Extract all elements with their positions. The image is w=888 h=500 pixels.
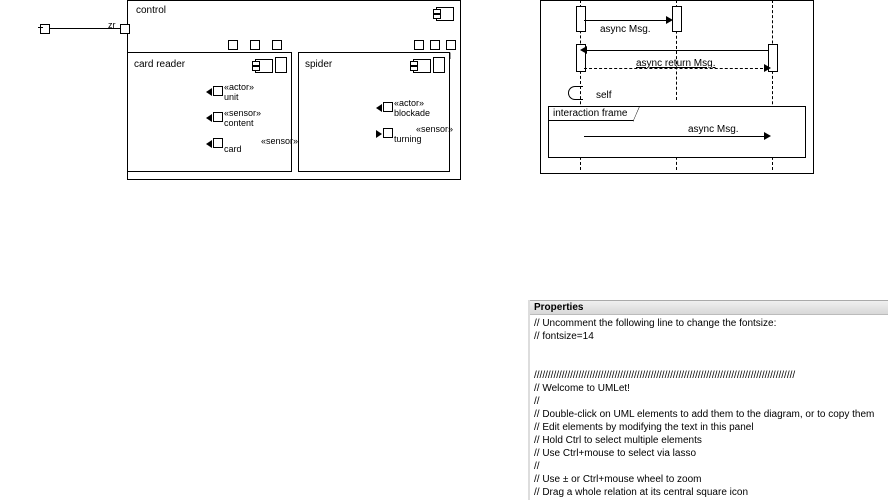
doc-icon xyxy=(433,57,445,73)
port-tri xyxy=(376,130,382,138)
component-card-reader[interactable]: card reader xyxy=(127,52,292,172)
port-zr-label: zr xyxy=(108,20,116,30)
cr-card-lbl: card xyxy=(224,144,242,154)
spider-label: spider xyxy=(305,59,332,70)
port-zr[interactable] xyxy=(120,24,130,34)
port-cr-unit[interactable] xyxy=(213,86,223,96)
port-cr-content[interactable] xyxy=(213,112,223,122)
component-icon xyxy=(255,59,273,73)
msg1-label: async Msg. xyxy=(600,24,651,35)
activation[interactable] xyxy=(576,6,586,32)
sp-actor: «actor» xyxy=(394,98,424,108)
port-sp-turning[interactable] xyxy=(383,128,393,138)
app-root: control zr unit content card o t l card … xyxy=(0,0,888,500)
cr-sensor1: «sensor» xyxy=(224,108,261,118)
card-reader-label: card reader xyxy=(134,59,185,70)
component-icon xyxy=(436,7,454,21)
properties-panel: Properties // Uncomment the following li… xyxy=(530,300,888,500)
properties-text[interactable]: // Uncomment the following line to chang… xyxy=(530,315,888,500)
port-card-top[interactable] xyxy=(272,40,282,50)
self-label: self xyxy=(596,90,612,101)
diagram-canvas[interactable]: control zr unit content card o t l card … xyxy=(0,0,888,300)
msg2-label: async return Msg. xyxy=(636,58,715,69)
port-tri xyxy=(206,114,212,122)
msg3-line[interactable] xyxy=(584,136,768,137)
cr-content-lbl: content xyxy=(224,118,254,128)
port-o[interactable] xyxy=(414,40,424,50)
msg1-line[interactable] xyxy=(584,20,670,21)
activation[interactable] xyxy=(672,6,682,32)
port-content-top[interactable] xyxy=(250,40,260,50)
interface-icon[interactable] xyxy=(40,24,50,34)
port-sp-blockade[interactable] xyxy=(383,102,393,112)
msg-back-line[interactable] xyxy=(584,50,768,51)
msg3-label: async Msg. xyxy=(688,124,739,135)
properties-header: Properties xyxy=(530,301,888,315)
self-msg[interactable] xyxy=(568,86,583,100)
interaction-frame-tag: interaction frame xyxy=(548,106,634,121)
arrow-icon xyxy=(580,46,587,54)
interaction-frame-label: interaction frame xyxy=(553,108,627,119)
arrow-icon xyxy=(764,64,771,72)
control-label: control xyxy=(136,5,166,16)
arrow-icon xyxy=(764,132,771,140)
sp-turning: turning xyxy=(394,134,422,144)
component-icon xyxy=(413,59,431,73)
arrow-icon xyxy=(666,16,673,24)
port-l[interactable] xyxy=(446,40,456,50)
port-cr-card[interactable] xyxy=(213,138,223,148)
port-t[interactable] xyxy=(430,40,440,50)
port-unit-top[interactable] xyxy=(228,40,238,50)
cr-actor1: «actor» xyxy=(224,82,254,92)
port-tri xyxy=(376,104,382,112)
port-tri xyxy=(206,140,212,148)
port-tri xyxy=(206,88,212,96)
doc-icon xyxy=(275,57,287,73)
sp-blockade: blockade xyxy=(394,108,430,118)
sp-sensor: «sensor» xyxy=(416,124,453,134)
cr-sensor2: «sensor» xyxy=(261,136,298,146)
cr-unit-lbl: unit xyxy=(224,92,239,102)
